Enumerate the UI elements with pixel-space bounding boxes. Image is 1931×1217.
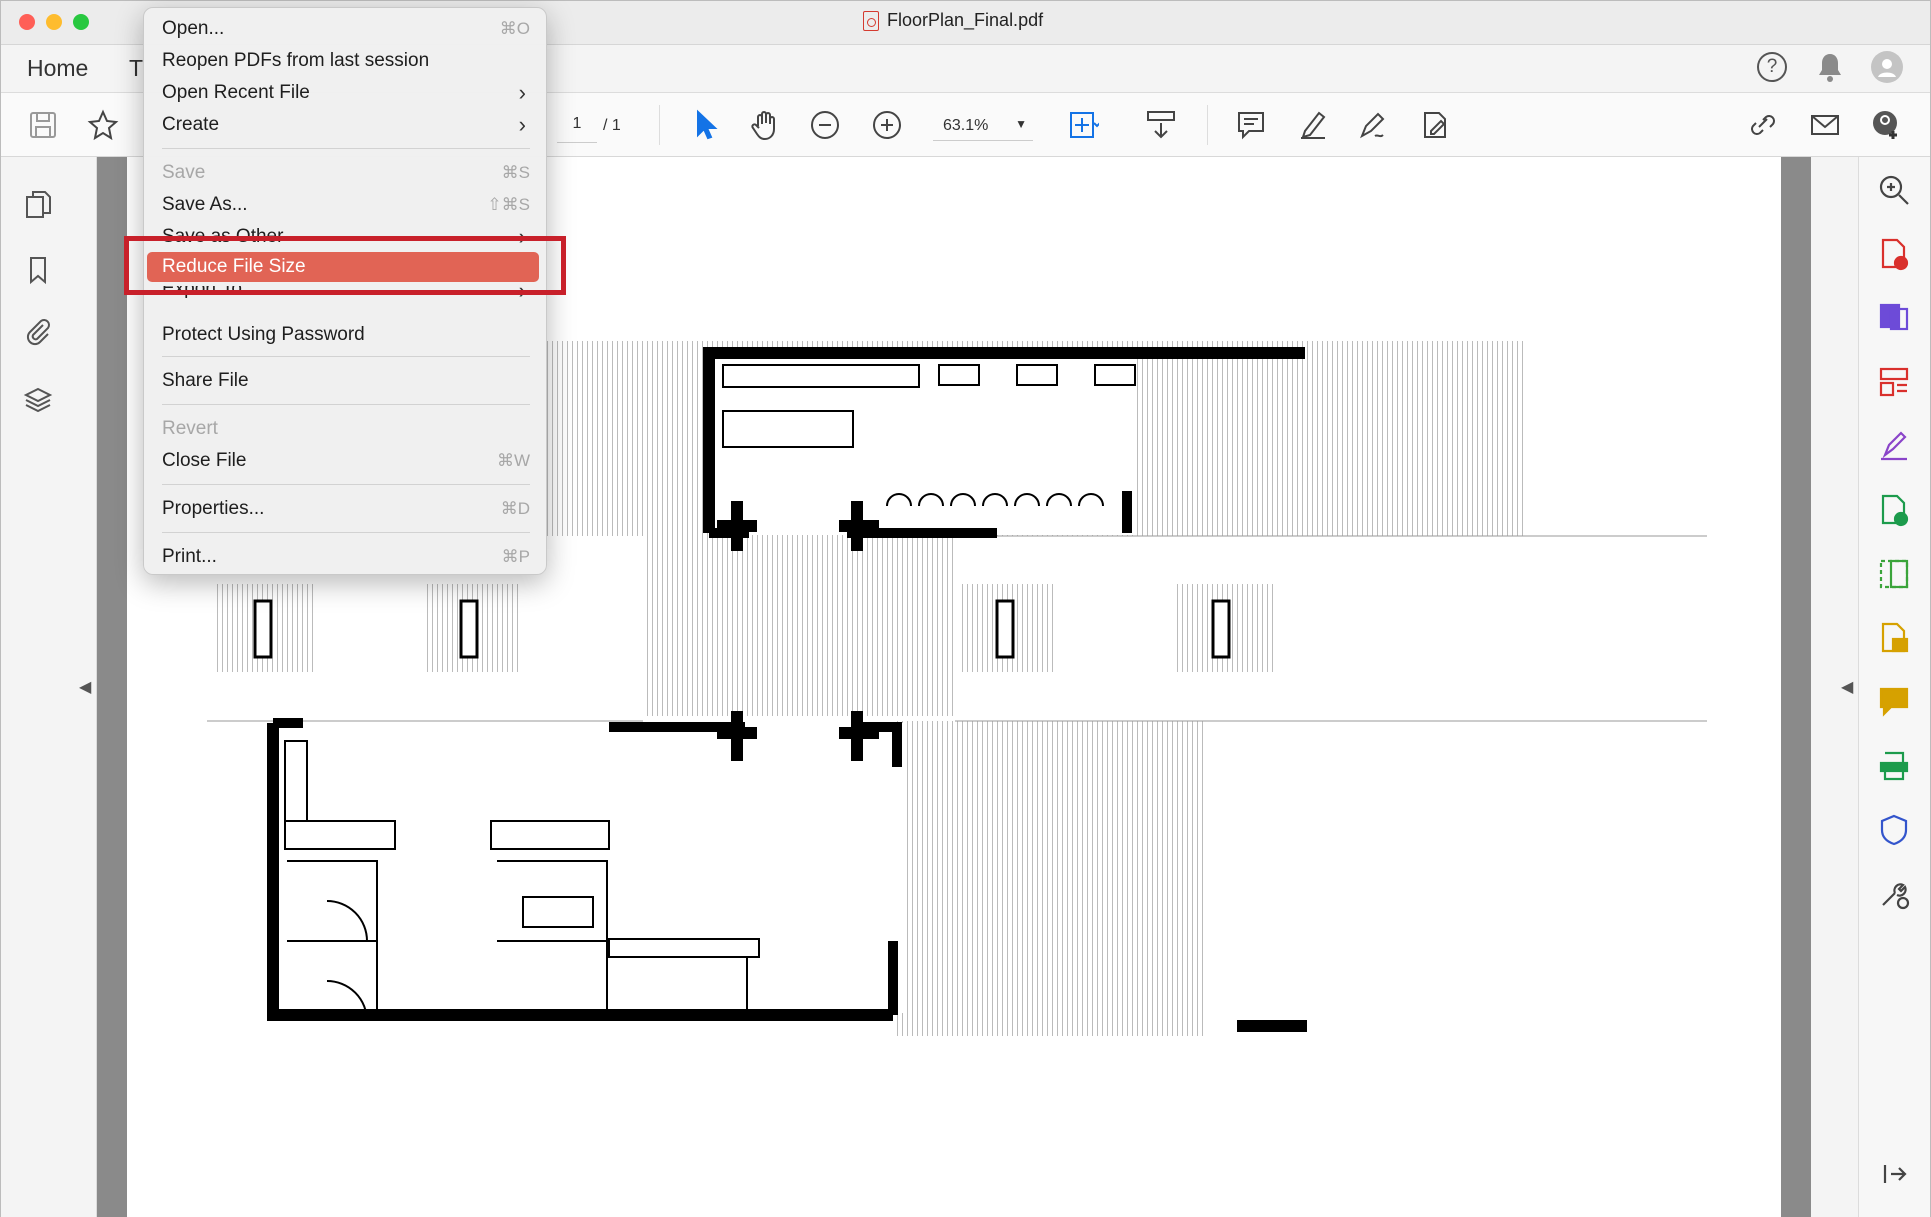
- menu-item-open-recent[interactable]: Open Recent File ›: [162, 78, 530, 108]
- bookmark-icon[interactable]: [23, 255, 53, 285]
- attachment-icon[interactable]: [23, 317, 53, 347]
- menu-item-revert: Revert: [162, 418, 218, 439]
- create-pdf-icon[interactable]: [1877, 237, 1911, 271]
- edit-document-icon[interactable]: [1877, 621, 1911, 655]
- collapse-right-panel-icon[interactable]: ◀: [1841, 677, 1853, 697]
- menu-separator: [162, 148, 530, 149]
- menu-separator: [162, 532, 530, 533]
- star-icon[interactable]: [87, 109, 119, 141]
- bell-icon[interactable]: [1815, 51, 1845, 83]
- scroll-mode-icon[interactable]: [1145, 109, 1177, 141]
- close-window-button[interactable]: [19, 14, 35, 30]
- pdf-file-icon: [863, 10, 879, 31]
- zoom-out-icon[interactable]: [809, 109, 841, 141]
- request-signature-icon[interactable]: [1877, 429, 1911, 463]
- window-title-text: FloorPlan_Final.pdf: [887, 10, 1044, 30]
- layers-icon[interactable]: [23, 385, 53, 415]
- menu-separator: [162, 356, 530, 357]
- page-thumbnails-icon[interactable]: [23, 189, 53, 219]
- menu-item-create[interactable]: Create ›: [162, 110, 530, 140]
- page-number-input[interactable]: 1: [557, 115, 597, 143]
- organize-pages-icon[interactable]: [1877, 365, 1911, 399]
- comment-icon[interactable]: [1235, 109, 1267, 141]
- highlight-pen-icon[interactable]: [1297, 109, 1329, 141]
- edit-pdf-icon[interactable]: [1419, 109, 1451, 141]
- menu-separator: [162, 404, 530, 405]
- chevron-right-icon: ›: [518, 80, 526, 105]
- menu-item-save-as[interactable]: Save As... ⇧⌘S: [162, 190, 530, 220]
- fill-sign-icon[interactable]: [1357, 109, 1389, 141]
- zoom-in-icon[interactable]: [871, 109, 903, 141]
- menu-item-save: Save ⌘S: [162, 162, 530, 183]
- menu-separator: [162, 484, 530, 485]
- combine-files-icon[interactable]: [1877, 301, 1911, 335]
- chevron-right-icon: ›: [518, 112, 526, 137]
- hand-icon[interactable]: [749, 109, 781, 141]
- menu-item-protect-password[interactable]: Protect Using Password: [162, 320, 530, 350]
- chevron-down-icon: ▼: [1015, 117, 1027, 131]
- minimize-window-button[interactable]: [46, 14, 62, 30]
- comment-tool-icon[interactable]: [1877, 685, 1911, 719]
- avatar[interactable]: [1871, 51, 1903, 83]
- tab-home[interactable]: Home: [27, 55, 88, 82]
- page-total-label: / 1: [603, 117, 621, 134]
- collapse-left-panel-icon[interactable]: ◀: [79, 677, 91, 697]
- page-gutter-left: [97, 157, 127, 1217]
- tab-tools[interactable]: T: [129, 55, 143, 82]
- page-gutter-right: [1781, 157, 1811, 1217]
- menu-item-reopen[interactable]: Reopen PDFs from last session: [162, 46, 530, 76]
- window-title: FloorPlan_Final.pdf: [863, 10, 1043, 31]
- toolbar-divider: [659, 105, 660, 145]
- compress-pdf-icon[interactable]: [1877, 557, 1911, 591]
- fit-page-icon[interactable]: [1067, 109, 1101, 141]
- zoom-window-button[interactable]: [73, 14, 89, 30]
- help-icon[interactable]: ?: [1757, 52, 1787, 82]
- menu-item-close-file[interactable]: Close File ⌘W: [162, 446, 530, 476]
- protect-shield-icon[interactable]: [1877, 813, 1911, 847]
- menu-item-print[interactable]: Print... ⌘P: [162, 542, 530, 572]
- acrobat-window: FloorPlan_Final.pdf Home T ? 1 / 1 63.1%…: [0, 0, 1931, 1217]
- more-tools-icon[interactable]: [1877, 877, 1911, 911]
- toolbar-divider: [1207, 105, 1208, 145]
- zoom-value: 63.1%: [943, 117, 989, 134]
- right-tools-rail: [1858, 157, 1930, 1217]
- menu-item-open[interactable]: Open... ⌘O: [162, 14, 530, 44]
- scan-ocr-icon[interactable]: [1877, 749, 1911, 783]
- share-link-icon[interactable]: [1747, 109, 1779, 141]
- select-cursor-icon[interactable]: [689, 109, 721, 141]
- save-icon[interactable]: [27, 109, 59, 141]
- menu-item-properties[interactable]: Properties... ⌘D: [162, 494, 530, 524]
- add-user-icon[interactable]: [1871, 109, 1903, 141]
- highlight-callout-box: [124, 236, 566, 295]
- email-icon[interactable]: [1809, 109, 1841, 141]
- search-zoom-icon[interactable]: [1877, 173, 1911, 207]
- expand-panel-icon[interactable]: [1877, 1157, 1911, 1191]
- menu-item-share-file[interactable]: Share File: [162, 366, 530, 396]
- export-pdf-icon[interactable]: [1877, 493, 1911, 527]
- zoom-select[interactable]: 63.1% ▼: [933, 111, 1033, 141]
